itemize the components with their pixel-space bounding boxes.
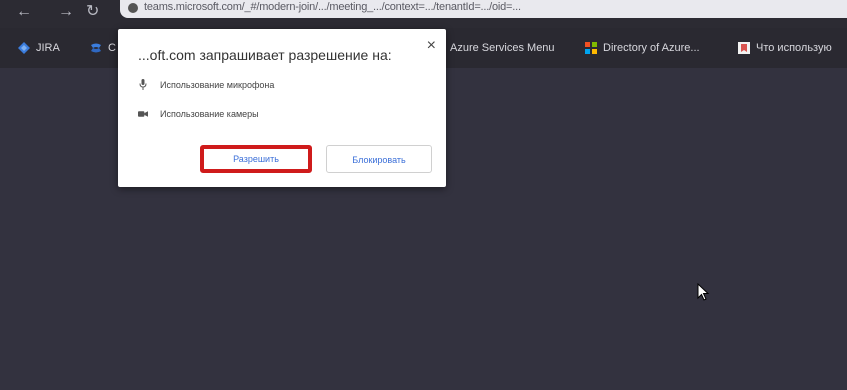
jira-icon [18, 42, 30, 54]
mouse-cursor-icon [697, 283, 710, 301]
permission-item-camera: Использование камеры [138, 109, 259, 119]
camera-icon [138, 110, 148, 118]
confluence-icon [91, 43, 101, 53]
bookmark-label: Что использую [756, 42, 832, 54]
azure-icon [585, 42, 597, 54]
permission-popup: ...oft.com запрашивает разрешение на: × … [118, 29, 446, 187]
bookmark-label: Azure Services Menu [450, 42, 555, 54]
lock-icon [128, 3, 138, 13]
permission-item-microphone: Использование микрофона [138, 79, 274, 90]
permission-label: Использование микрофона [160, 79, 275, 90]
bookmark-label: Directory of Azure... [603, 42, 700, 54]
bookmark-icon [738, 42, 750, 54]
close-icon[interactable]: × [427, 37, 436, 55]
popup-title: ...oft.com запрашивает разрешение на: [138, 47, 392, 63]
reload-icon[interactable]: ↻ [86, 2, 99, 22]
bookmark-label: C [108, 42, 116, 54]
allow-button[interactable]: Разрешить [200, 145, 312, 173]
forward-icon[interactable]: → [58, 2, 74, 22]
permission-label: Использование камеры [160, 109, 259, 119]
bookmark-directory-of-azure[interactable]: Directory of Azure... [585, 38, 700, 58]
block-button[interactable]: Блокировать [326, 145, 432, 173]
url-text: teams.microsoft.com/_#/modern-join/.../m… [144, 1, 521, 13]
address-bar[interactable]: teams.microsoft.com/_#/modern-join/.../m… [120, 0, 847, 18]
browser-top-bar: ← → ↻ teams.microsoft.com/_#/modern-join… [0, 0, 847, 28]
bookmark-confluence[interactable]: C [90, 38, 116, 58]
bookmark-azure-services-menu[interactable]: Azure Services Menu [450, 38, 555, 58]
microphone-icon [138, 79, 148, 90]
bookmark-label: JIRA [36, 42, 60, 54]
back-icon[interactable]: ← [16, 2, 32, 22]
bookmark-chto-ispolzuyu[interactable]: Что использую [738, 38, 832, 58]
bookmark-jira[interactable]: JIRA [18, 38, 60, 58]
